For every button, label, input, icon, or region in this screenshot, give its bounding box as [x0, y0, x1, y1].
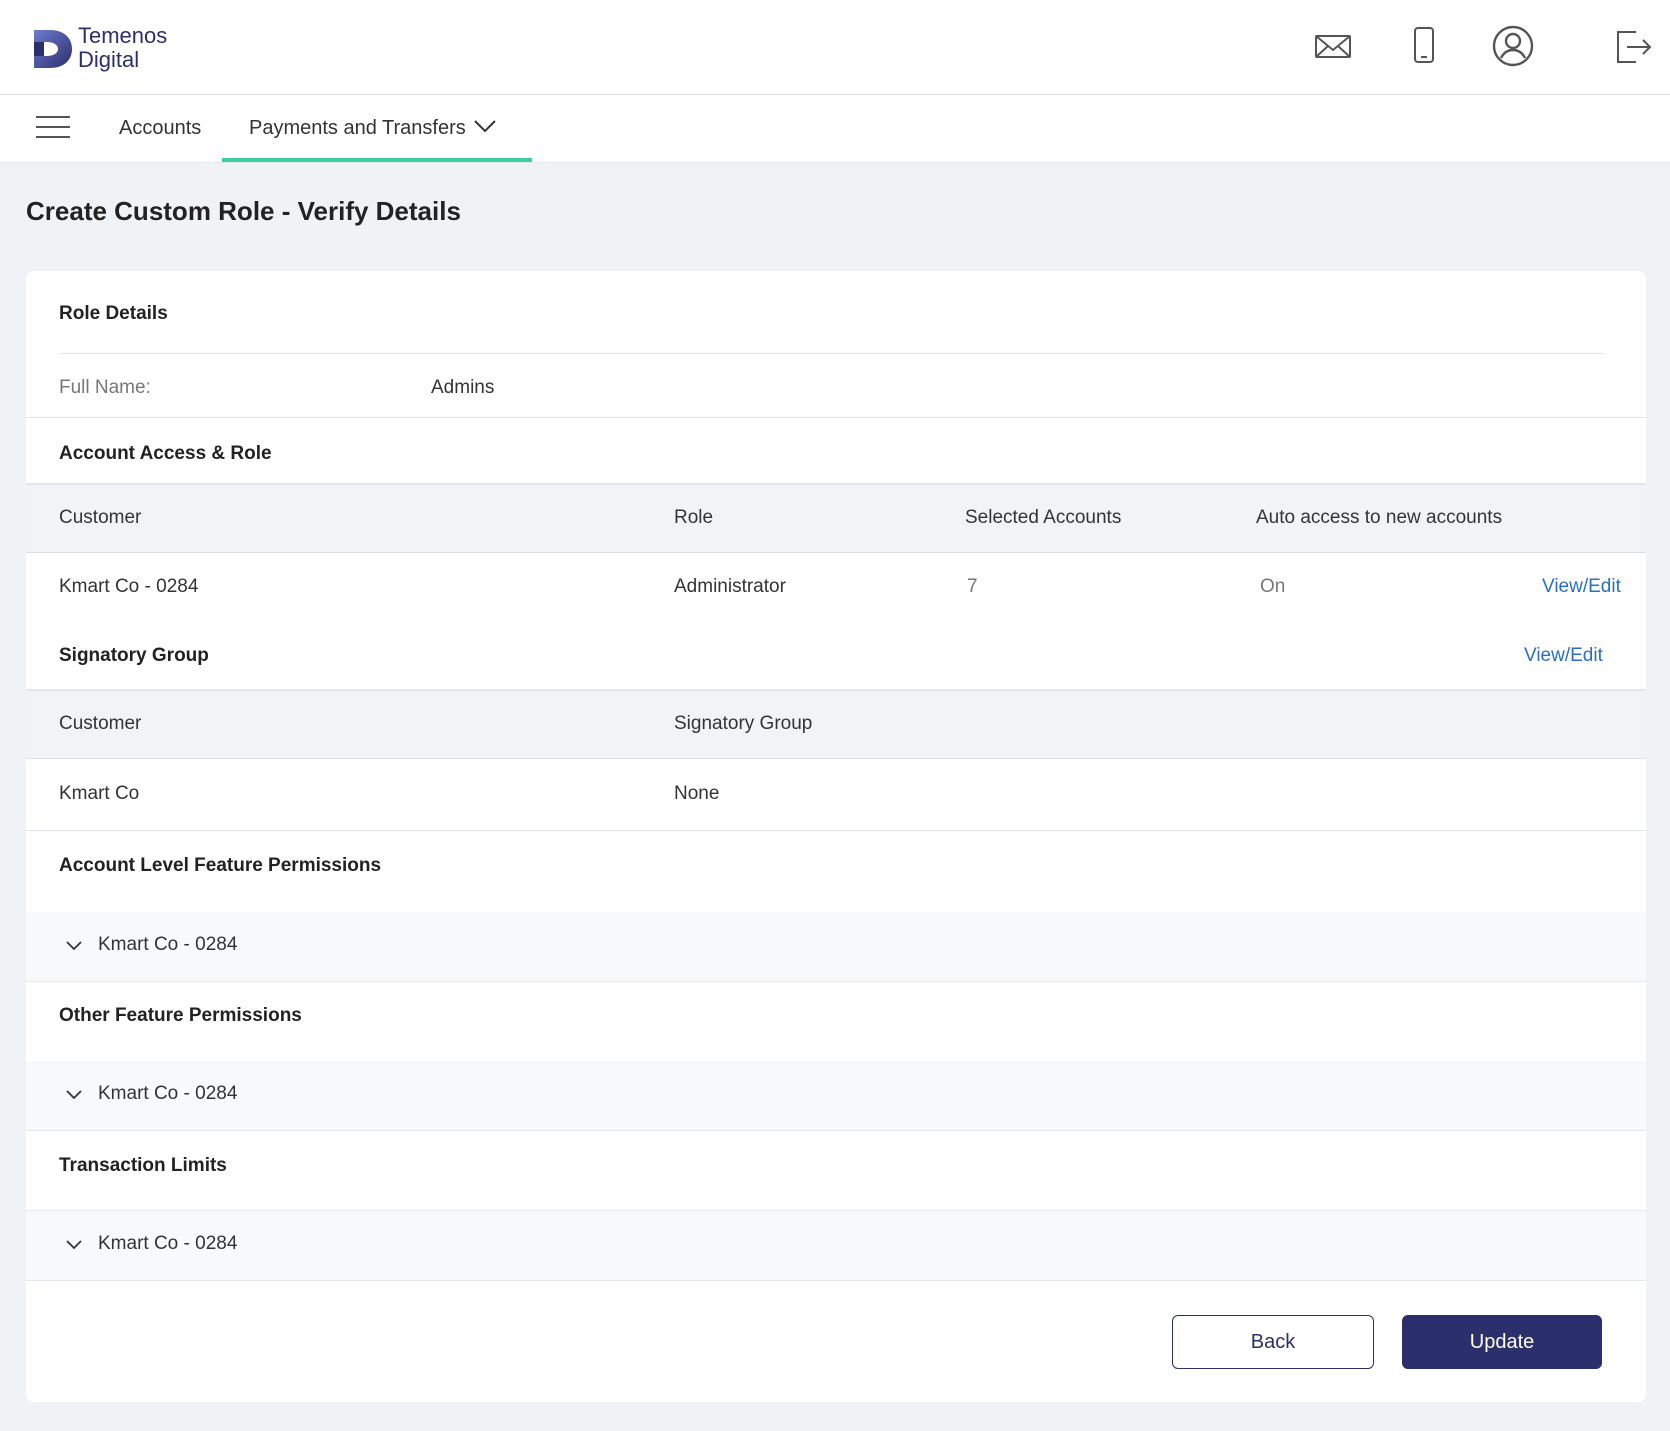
menu-icon[interactable]: [36, 116, 70, 142]
divider: [26, 417, 1646, 418]
row-role: Administrator: [674, 576, 786, 597]
mobile-icon[interactable]: [1402, 24, 1446, 68]
chevron-down-icon: [66, 1090, 82, 1100]
col-auto-access: Auto access to new accounts: [1256, 507, 1503, 528]
top-header: Temenos Digital: [0, 0, 1670, 95]
account-access-table-header: Customer Role Selected Accounts Auto acc…: [26, 483, 1646, 553]
accordion-label: Kmart Co - 0284: [98, 1233, 238, 1254]
nav-payments-transfers[interactable]: Payments and Transfers: [222, 95, 532, 162]
verify-details-card: Role Details Full Name: Admins Account A…: [26, 271, 1646, 1402]
signatory-view-edit-link[interactable]: View/Edit: [1524, 645, 1603, 667]
back-button[interactable]: Back: [1172, 1315, 1374, 1369]
chevron-down-icon: [66, 1240, 82, 1250]
col-signatory-group: Signatory Group: [674, 713, 813, 734]
signatory-group-title: Signatory Group: [59, 645, 209, 666]
other-feature-permissions-title: Other Feature Permissions: [59, 1005, 302, 1026]
col-selected-accounts: Selected Accounts: [965, 507, 1122, 528]
other-features-accordion[interactable]: Kmart Co - 0284: [26, 1061, 1646, 1131]
chevron-down-icon: [66, 941, 82, 951]
main-nav: Accounts Payments and Transfers: [0, 95, 1670, 163]
col-role: Role: [674, 507, 714, 528]
divider: [26, 830, 1646, 831]
row-customer: Kmart Co - 0284: [59, 576, 199, 597]
nav-accounts[interactable]: Accounts: [119, 95, 201, 163]
account-level-accordion[interactable]: Kmart Co - 0284: [26, 912, 1646, 982]
col-customer: Customer: [59, 507, 142, 528]
brand-line1: Temenos: [78, 23, 168, 48]
accordion-label: Kmart Co - 0284: [98, 934, 238, 955]
brand-logo[interactable]: Temenos Digital: [32, 24, 212, 74]
row-selected-accounts: 7: [967, 576, 978, 597]
col-customer: Customer: [59, 713, 142, 734]
update-button[interactable]: Update: [1402, 1315, 1602, 1369]
row-auto-access: On: [1260, 576, 1286, 597]
transaction-limits-title: Transaction Limits: [59, 1155, 227, 1176]
mail-icon[interactable]: [1311, 24, 1355, 68]
profile-icon[interactable]: [1491, 24, 1535, 68]
account-level-permissions-title: Account Level Feature Permissions: [59, 855, 382, 876]
chevron-down-icon: [474, 120, 496, 133]
nav-payments-label: Payments and Transfers: [249, 117, 466, 139]
transaction-limits-accordion[interactable]: Kmart Co - 0284: [26, 1211, 1646, 1281]
accordion-label: Kmart Co - 0284: [98, 1083, 238, 1104]
signatory-table-header: Customer Signatory Group: [26, 689, 1646, 759]
brand-name: Temenos Digital: [78, 24, 167, 72]
signatory-row-customer: Kmart Co: [59, 783, 140, 804]
account-access-title: Account Access & Role: [59, 443, 272, 464]
account-access-view-edit-link[interactable]: View/Edit: [1542, 576, 1621, 598]
role-details-title: Role Details: [59, 303, 168, 324]
signatory-row-group: None: [674, 783, 720, 804]
page-title: Create Custom Role - Verify Details: [26, 196, 461, 226]
logo-icon: [34, 30, 72, 68]
brand-line2: Digital: [78, 47, 140, 72]
divider: [59, 353, 1605, 354]
full-name-label: Full Name:: [59, 377, 151, 398]
full-name-value: Admins: [431, 377, 495, 398]
logout-icon[interactable]: [1610, 24, 1654, 68]
